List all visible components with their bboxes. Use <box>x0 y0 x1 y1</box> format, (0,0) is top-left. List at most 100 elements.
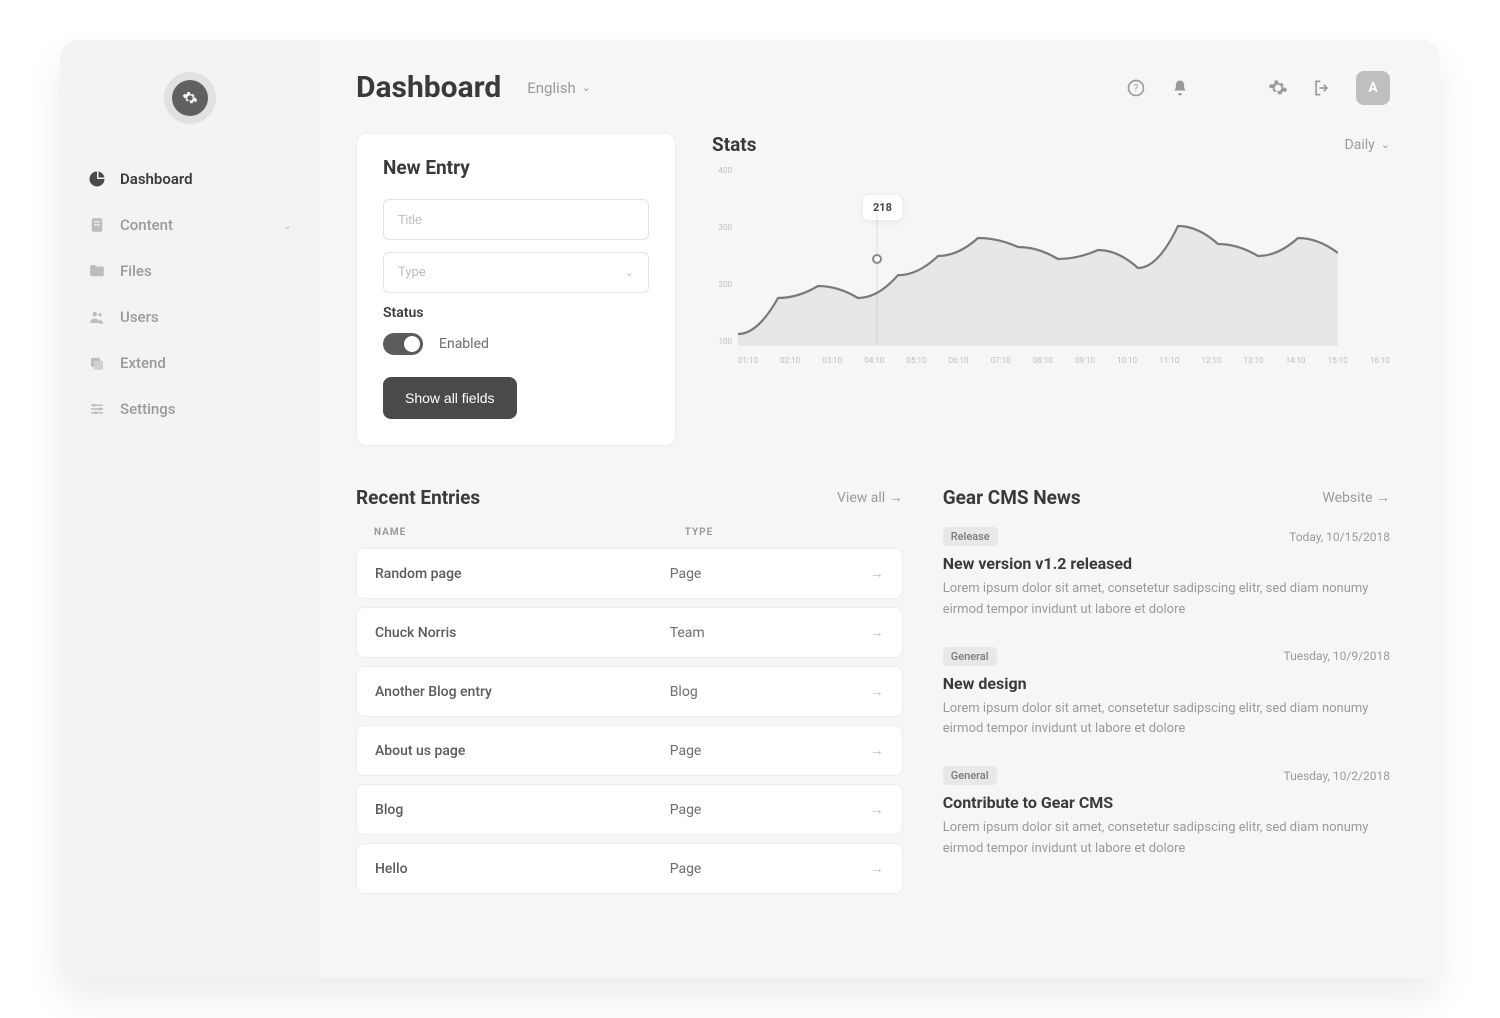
layers-icon <box>88 354 106 372</box>
entry-name: Another Blog entry <box>375 684 670 700</box>
users-icon <box>88 308 106 326</box>
news-tag: General <box>943 766 997 785</box>
xtick: 01:10 <box>738 356 758 365</box>
x-axis-ticks: 01:1002:1003:1004:1005:1006:1007:1008:10… <box>712 356 1390 365</box>
table-row[interactable]: Random pagePage→ <box>356 548 903 599</box>
table-row[interactable]: HelloPage→ <box>356 843 903 894</box>
language-selector[interactable]: English ⌄ <box>527 79 591 97</box>
ytick: 400 <box>712 166 732 175</box>
status-toggle-row: Enabled <box>383 333 649 355</box>
sidebar-item-users[interactable]: Users <box>60 294 320 340</box>
view-all-label: View all <box>837 490 885 506</box>
xtick: 16:10 <box>1370 356 1390 365</box>
avatar-initial: A <box>1368 80 1377 96</box>
sidebar-item-settings[interactable]: Settings <box>60 386 320 432</box>
row-bottom: Recent Entries View all → NAME TYPE Rand… <box>356 486 1390 902</box>
entry-type: Page <box>670 743 870 759</box>
sidebar-label: Content <box>120 216 173 234</box>
new-entry-heading: New Entry <box>383 156 649 179</box>
sidebar-item-content[interactable]: Content ⌄ <box>60 202 320 248</box>
sidebar-item-extend[interactable]: Extend <box>60 340 320 386</box>
entry-name: Random page <box>375 566 670 582</box>
status-value: Enabled <box>439 336 489 352</box>
entry-type: Page <box>670 802 870 818</box>
news-date: Tuesday, 10/2/2018 <box>1284 769 1390 783</box>
website-label: Website <box>1322 490 1372 506</box>
folder-icon <box>88 262 106 280</box>
title-input[interactable] <box>383 199 649 240</box>
entry-type: Blog <box>670 684 870 700</box>
sidebar-label: Users <box>120 308 159 326</box>
recent-heading: Recent Entries <box>356 486 480 509</box>
type-placeholder: Type <box>398 265 426 280</box>
news-date: Tuesday, 10/9/2018 <box>1284 649 1390 663</box>
arrow-right-icon: → <box>870 801 884 818</box>
recent-entries: Recent Entries View all → NAME TYPE Rand… <box>356 486 903 902</box>
range-selector[interactable]: Daily ⌄ <box>1345 137 1390 153</box>
news-tag: Release <box>943 527 998 546</box>
chevron-down-icon: ⌄ <box>625 266 634 279</box>
page-title: Dashboard <box>356 70 501 105</box>
logout-icon[interactable] <box>1312 78 1332 98</box>
top-icons: ? A <box>1126 71 1390 105</box>
help-icon[interactable]: ? <box>1126 78 1146 98</box>
arrow-right-icon: → <box>1376 490 1390 506</box>
table-row[interactable]: BlogPage→ <box>356 784 903 835</box>
table-header: NAME TYPE <box>356 527 903 548</box>
table-row[interactable]: Another Blog entryBlog→ <box>356 666 903 717</box>
news-heading: Gear CMS News <box>943 486 1081 509</box>
entry-name: Blog <box>375 802 670 818</box>
entry-name: About us page <box>375 743 670 759</box>
news-item[interactable]: GeneralTuesday, 10/9/2018New designLorem… <box>943 647 1390 741</box>
table-row[interactable]: Chuck NorrisTeam→ <box>356 607 903 658</box>
stats-chart: 400 300 200 100 218 01:1002:1003:1004:10… <box>712 166 1390 365</box>
gear-logo-icon <box>172 80 208 116</box>
show-all-fields-button[interactable]: Show all fields <box>383 377 517 419</box>
language-label: English <box>527 79 576 97</box>
arrow-right-icon: → <box>870 624 884 641</box>
ytick: 300 <box>712 223 732 232</box>
status-toggle[interactable] <box>383 333 423 355</box>
sidebar-item-files[interactable]: Files <box>60 248 320 294</box>
sidebar-item-dashboard[interactable]: Dashboard <box>60 156 320 202</box>
xtick: 13:10 <box>1244 356 1264 365</box>
chevron-down-icon: ⌄ <box>283 219 292 232</box>
xtick: 12:10 <box>1201 356 1221 365</box>
row-top: New Entry Type ⌄ Status Enabled Show all… <box>356 133 1390 446</box>
sidebar-label: Files <box>120 262 152 280</box>
view-all-link[interactable]: View all → <box>837 489 903 506</box>
sidebar-label: Settings <box>120 400 176 418</box>
tooltip-value: 218 <box>873 201 892 214</box>
website-link[interactable]: Website → <box>1322 489 1390 506</box>
avatar[interactable]: A <box>1356 71 1390 105</box>
pie-chart-icon <box>88 170 106 188</box>
xtick: 05:10 <box>907 356 927 365</box>
xtick: 04:10 <box>864 356 884 365</box>
bell-icon[interactable] <box>1170 78 1190 98</box>
table-row[interactable]: About us pagePage→ <box>356 725 903 776</box>
sidebar-label: Dashboard <box>120 170 193 188</box>
type-select[interactable]: Type ⌄ <box>383 252 649 293</box>
arrow-right-icon: → <box>889 490 903 506</box>
stats-panel: Stats Daily ⌄ 400 300 200 100 <box>712 133 1390 446</box>
news-item[interactable]: GeneralTuesday, 10/2/2018Contribute to G… <box>943 766 1390 860</box>
news-body: Lorem ipsum dolor sit amet, consetetur s… <box>943 699 1390 741</box>
xtick: 14:10 <box>1286 356 1306 365</box>
news-body: Lorem ipsum dolor sit amet, consetetur s… <box>943 818 1390 860</box>
main: Dashboard English ⌄ ? <box>320 40 1440 978</box>
chevron-down-icon: ⌄ <box>582 81 591 94</box>
svg-text:?: ? <box>1134 83 1139 94</box>
news-item[interactable]: ReleaseToday, 10/15/2018New version v1.2… <box>943 527 1390 621</box>
xtick: 07:10 <box>991 356 1011 365</box>
ytick: 200 <box>712 280 732 289</box>
gear-icon[interactable] <box>1268 78 1288 98</box>
entry-type: Page <box>670 861 870 877</box>
xtick: 03:10 <box>822 356 842 365</box>
status-label: Status <box>383 305 649 321</box>
entry-name: Hello <box>375 861 670 877</box>
xtick: 09:10 <box>1075 356 1095 365</box>
chevron-down-icon: ⌄ <box>1381 138 1390 151</box>
tooltip-dot <box>872 254 882 264</box>
xtick: 15:10 <box>1328 356 1348 365</box>
brand <box>60 80 320 116</box>
